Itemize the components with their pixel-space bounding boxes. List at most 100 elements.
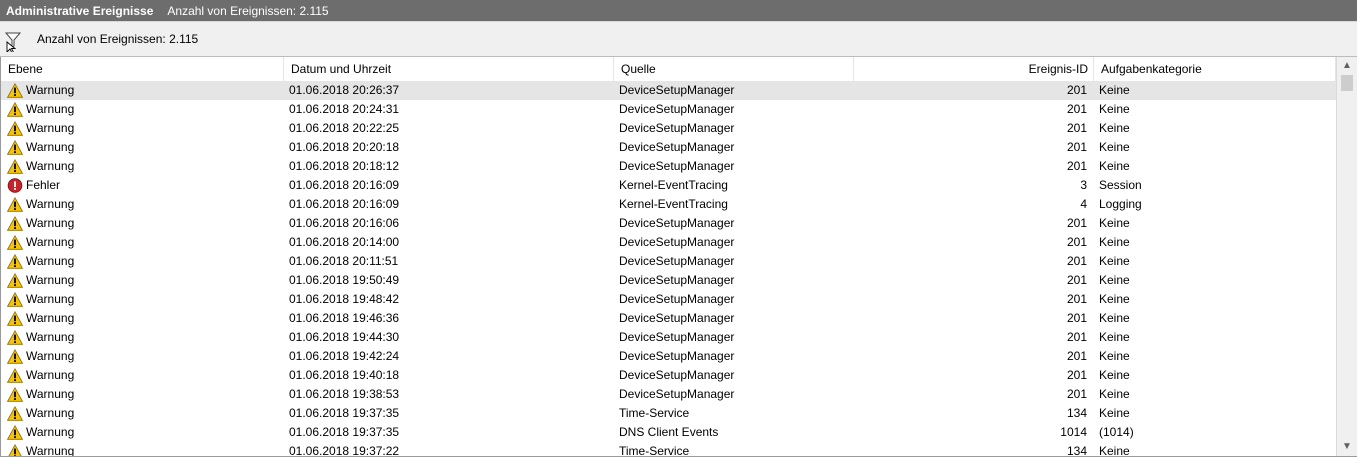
row-level-label: Warnung xyxy=(26,254,75,268)
table-row[interactable]: Warnung 01.06.2018 20:24:31 DeviceSetupMan… xyxy=(1,100,1336,119)
vertical-scrollbar[interactable]: ▲ ▼ xyxy=(1336,57,1357,456)
warning-triangle-icon xyxy=(6,386,24,402)
row-level-label: Warnung xyxy=(26,425,75,439)
row-event-id: 201 xyxy=(1066,349,1087,363)
warning-triangle-icon xyxy=(6,253,24,269)
table-row[interactable]: Warnung 01.06.2018 20:14:00 DeviceSetupMan… xyxy=(1,233,1336,252)
table-row[interactable]: Warnung 01.06.2018 19:48:42 DeviceSetupMan… xyxy=(1,290,1336,309)
row-level: Warnung xyxy=(6,404,277,423)
table-row[interactable]: Warnung 01.06.2018 19:37:35 Time-Service 13… xyxy=(1,404,1336,423)
row-source: DeviceSetupManager xyxy=(619,140,735,154)
row-source: DeviceSetupManager xyxy=(619,330,735,344)
table-row[interactable]: Fehler 01.06.2018 20:16:09 Kernel-EventTra… xyxy=(1,176,1336,195)
table-row[interactable]: Warnung 01.06.2018 19:42:24 DeviceSetupMan… xyxy=(1,347,1336,366)
row-level: Warnung xyxy=(6,195,277,214)
row-datetime: 01.06.2018 20:20:18 xyxy=(289,140,400,154)
row-event-id: 201 xyxy=(1066,254,1087,268)
column-header-source[interactable]: Quelle xyxy=(614,57,854,81)
table-row[interactable]: Warnung 01.06.2018 20:11:51 DeviceSetupMan… xyxy=(1,252,1336,271)
row-level: Warnung xyxy=(6,385,277,404)
column-header-datetime[interactable]: Datum und Uhrzeit xyxy=(284,57,614,81)
row-event-id: 201 xyxy=(1066,235,1087,249)
row-task-category: Keine xyxy=(1099,349,1130,363)
warning-triangle-icon xyxy=(7,443,23,456)
event-rows: Warnung 01.06.2018 20:26:37 DeviceSetupMan… xyxy=(1,81,1336,457)
table-row[interactable]: Warnung 01.06.2018 20:16:09 Kernel-EventTr… xyxy=(1,195,1336,214)
row-datetime: 01.06.2018 20:14:00 xyxy=(289,235,400,249)
column-header-task-category[interactable]: Aufgabenkategorie xyxy=(1094,57,1336,81)
row-source: Kernel-EventTracing xyxy=(619,197,728,211)
table-row[interactable]: Warnung 01.06.2018 19:44:30 DeviceSetupMan… xyxy=(1,328,1336,347)
row-level-label: Warnung xyxy=(26,235,75,249)
row-event-id: 3 xyxy=(1080,178,1087,192)
scroll-up-arrow-icon[interactable]: ▲ xyxy=(1337,58,1357,74)
table-row[interactable]: Warnung 01.06.2018 19:40:18 DeviceSetupMan… xyxy=(1,366,1336,385)
row-level-label: Warnung xyxy=(26,140,75,154)
column-header-level[interactable]: Ebene xyxy=(1,57,284,81)
warning-triangle-icon xyxy=(6,215,24,231)
row-task-category: Keine xyxy=(1099,311,1130,325)
row-source: Time-Service xyxy=(619,444,690,457)
warning-triangle-icon xyxy=(6,196,24,212)
row-level-label: Warnung xyxy=(26,159,75,173)
warning-triangle-icon xyxy=(6,120,24,136)
row-event-id: 201 xyxy=(1066,140,1087,154)
view-title: Administrative Ereignisse xyxy=(6,3,154,18)
filter-funnel-icon[interactable] xyxy=(4,30,24,54)
row-level-label: Warnung xyxy=(26,368,75,382)
row-datetime: 01.06.2018 20:16:06 xyxy=(289,216,400,230)
row-datetime: 01.06.2018 20:16:09 xyxy=(289,178,400,192)
title-event-count: Anzahl von Ereignissen: 2.115 xyxy=(167,3,329,18)
row-task-category: Keine xyxy=(1099,273,1130,287)
table-row[interactable]: Warnung 01.06.2018 19:38:53 DeviceSetupMan… xyxy=(1,385,1336,404)
row-level: Warnung xyxy=(6,271,277,290)
table-row[interactable]: Warnung 01.06.2018 20:16:06 DeviceSetupMan… xyxy=(1,214,1336,233)
scrollbar-thumb[interactable] xyxy=(1341,75,1353,91)
row-event-id: 201 xyxy=(1066,121,1087,135)
row-event-id: 201 xyxy=(1066,216,1087,230)
row-level: Fehler xyxy=(7,176,277,195)
table-row[interactable]: Warnung 01.06.2018 19:37:22 Time-Service 13… xyxy=(1,442,1336,457)
row-level: Warnung xyxy=(7,442,277,456)
warning-triangle-icon xyxy=(6,139,24,155)
row-task-category: Logging xyxy=(1099,197,1142,211)
row-task-category: Keine xyxy=(1099,292,1130,306)
row-level-label: Warnung xyxy=(26,273,75,287)
row-level-label: Warnung xyxy=(26,121,75,135)
column-header-row: Ebene Datum und Uhrzeit Quelle Ereignis-… xyxy=(1,57,1336,82)
scroll-down-arrow-icon[interactable]: ▼ xyxy=(1337,439,1357,455)
row-datetime: 01.06.2018 19:42:24 xyxy=(289,349,400,363)
row-task-category: Keine xyxy=(1099,140,1130,154)
row-level-label: Warnung xyxy=(26,83,75,97)
row-event-id: 201 xyxy=(1066,292,1087,306)
row-source: DeviceSetupManager xyxy=(619,254,735,268)
table-row[interactable]: Warnung 01.06.2018 20:18:12 DeviceSetupMan… xyxy=(1,157,1336,176)
row-level: Warnung xyxy=(6,347,277,366)
row-event-id: 1014 xyxy=(1060,425,1087,439)
table-row[interactable]: Warnung 01.06.2018 20:26:37 DeviceSetupMan… xyxy=(1,81,1336,100)
table-row[interactable]: Warnung 01.06.2018 20:22:25 DeviceSetupMan… xyxy=(1,119,1336,138)
row-task-category: Keine xyxy=(1099,235,1130,249)
row-source: DeviceSetupManager xyxy=(619,311,735,325)
row-datetime: 01.06.2018 19:46:36 xyxy=(289,311,400,325)
row-source: Kernel-EventTracing xyxy=(619,178,728,192)
table-row[interactable]: Warnung 01.06.2018 20:20:18 DeviceSetupMan… xyxy=(1,138,1336,157)
table-row[interactable]: Warnung 01.06.2018 19:37:35 DNS Client Eve… xyxy=(1,423,1336,442)
table-row[interactable]: Warnung 01.06.2018 19:50:49 DeviceSetupMan… xyxy=(1,271,1336,290)
row-datetime: 01.06.2018 19:50:49 xyxy=(289,273,400,287)
table-row[interactable]: Warnung 01.06.2018 19:46:36 DeviceSetupMan… xyxy=(1,309,1336,328)
row-level-label: Warnung xyxy=(26,406,75,420)
row-event-id: 201 xyxy=(1066,330,1087,344)
row-event-id: 201 xyxy=(1066,311,1087,325)
row-level: Warnung xyxy=(6,309,277,328)
row-datetime: 01.06.2018 19:48:42 xyxy=(289,292,400,306)
row-datetime: 01.06.2018 20:18:12 xyxy=(289,159,400,173)
row-event-id: 201 xyxy=(1066,273,1087,287)
row-datetime: 01.06.2018 19:37:22 xyxy=(289,444,400,457)
warning-triangle-icon xyxy=(6,310,24,326)
column-header-event-id[interactable]: Ereignis-ID xyxy=(854,57,1094,81)
error-circle-icon xyxy=(7,178,23,193)
row-source: DeviceSetupManager xyxy=(619,387,735,401)
row-level: Warnung xyxy=(6,366,277,385)
row-event-id: 201 xyxy=(1066,102,1087,116)
